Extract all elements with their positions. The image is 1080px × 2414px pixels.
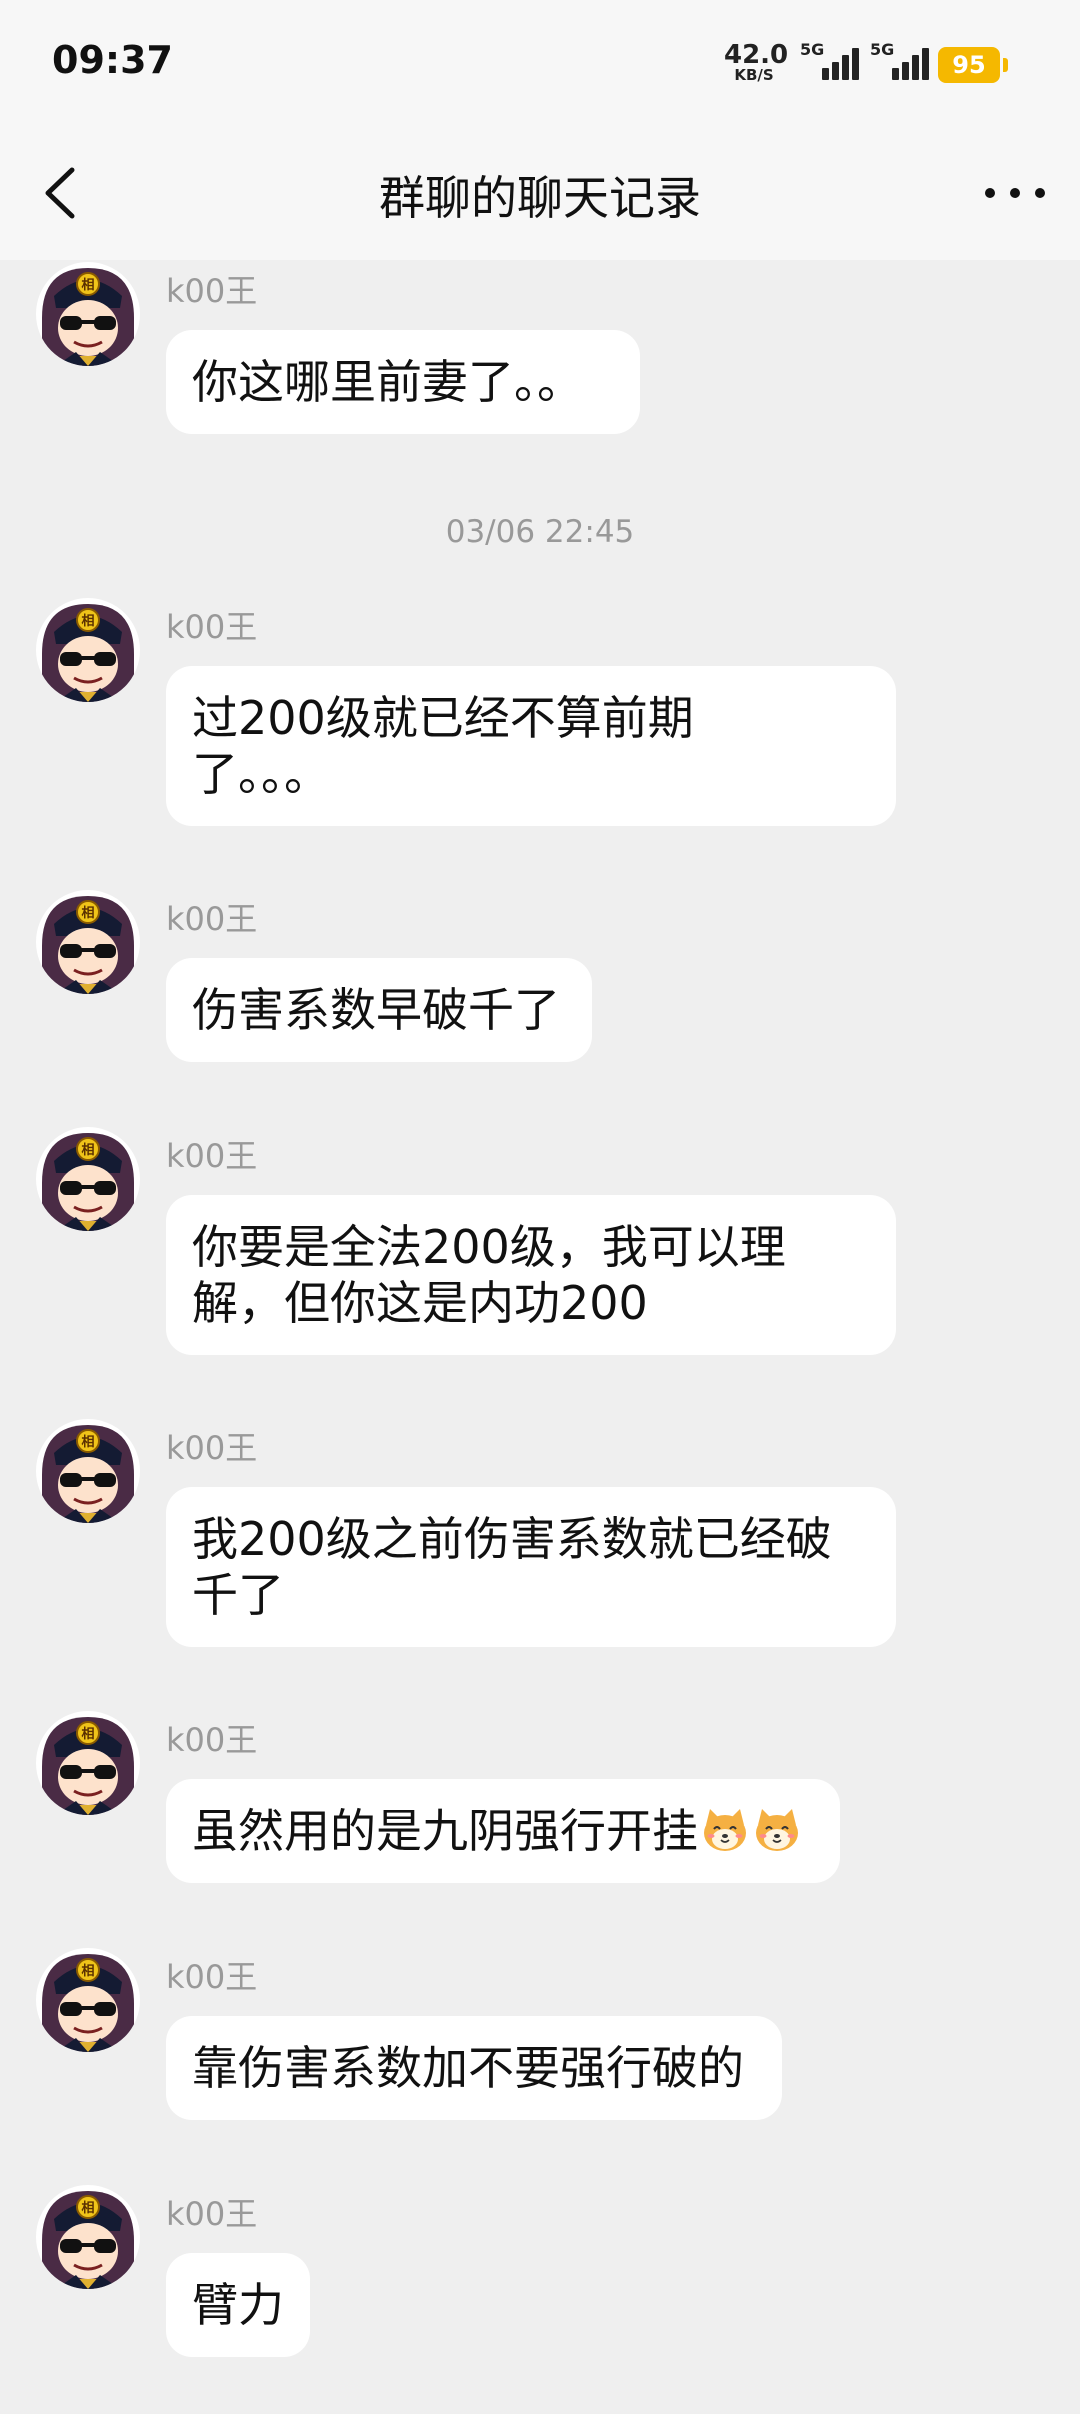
battery-icon: 95 (938, 47, 1008, 83)
avatar[interactable] (36, 1711, 140, 1815)
status-bar: 09:37 42.0 KB/S 5G 5G 95 (0, 0, 1080, 130)
sender-name: k00王 (166, 1721, 258, 1759)
message-item: k00王 臂力 (0, 2171, 1080, 2371)
message-item: k00王 靠伤害系数加不要强行破的 (0, 1934, 1080, 2134)
avatar[interactable] (36, 262, 140, 366)
message-bubble[interactable]: 我200级之前伤害系数就已经破千了 (166, 1487, 896, 1647)
message-bubble[interactable]: 伤害系数早破千了 (166, 958, 592, 1062)
message-item: k00王 我200级之前伤害系数就已经破千了 (0, 1405, 1080, 1665)
signal-sim2-icon: 5G (870, 40, 930, 84)
sender-name: k00王 (166, 900, 258, 938)
message-bubble[interactable]: 臂力 (166, 2253, 310, 2357)
message-bubble[interactable]: 过200级就已经不算前期了。。。 (166, 666, 896, 826)
sender-name: k00王 (166, 2195, 258, 2233)
network-speed-unit: KB/S (734, 66, 774, 84)
sim2-label: 5G (870, 40, 895, 59)
message-item: k00王 虽然用的是九阴强行开挂 (0, 1697, 1080, 1897)
avatar[interactable] (36, 890, 140, 994)
avatar[interactable] (36, 1419, 140, 1523)
avatar[interactable] (36, 598, 140, 702)
shiba-emoji-icon (752, 1805, 802, 1855)
message-item: k00王 你要是全法200级，我可以理解，但你这是内功200 (0, 1113, 1080, 1373)
message-timestamp: 03/06 22:45 (445, 514, 635, 550)
message-item: k00王 伤害系数早破千了 (0, 876, 1080, 1076)
network-speed: 42.0 KB/S (724, 40, 789, 84)
shiba-emoji-icon (700, 1805, 750, 1855)
sender-name: k00王 (166, 1429, 258, 1467)
more-dots-icon (985, 188, 1045, 198)
message-item: k00王 过200级就已经不算前期了。。。 (0, 584, 1080, 844)
message-bubble[interactable]: 你要是全法200级，我可以理解，但你这是内功200 (166, 1195, 896, 1355)
avatar[interactable] (36, 1948, 140, 2052)
sim1-label: 5G (800, 40, 825, 59)
signal-sim1-icon: 5G (800, 40, 860, 84)
message-bubble[interactable]: 你这哪里前妻了。。 (166, 330, 640, 434)
chat-history[interactable]: k00王 你这哪里前妻了。。 03/06 22:45 k00王 过200级就已经… (0, 260, 1080, 2414)
avatar[interactable] (36, 1127, 140, 1231)
avatar[interactable] (36, 2185, 140, 2289)
page-title: 群聊的聊天记录 (379, 171, 701, 225)
more-button[interactable] (980, 158, 1050, 228)
nav-bar: 群聊的聊天记录 (0, 130, 1080, 260)
network-speed-value: 42.0 (724, 40, 789, 70)
sender-name: k00王 (166, 1958, 258, 1996)
message-item: k00王 你这哪里前妻了。。 (0, 260, 1080, 448)
sender-name: k00王 (166, 1137, 258, 1175)
message-bubble[interactable]: 虽然用的是九阴强行开挂 (166, 1779, 840, 1883)
status-time: 09:37 (52, 38, 173, 82)
sender-name: k00王 (166, 608, 258, 646)
message-bubble[interactable]: 靠伤害系数加不要强行破的 (166, 2016, 782, 2120)
sender-name: k00王 (166, 272, 258, 310)
message-text: 虽然用的是九阴强行开挂 (192, 1804, 698, 1858)
